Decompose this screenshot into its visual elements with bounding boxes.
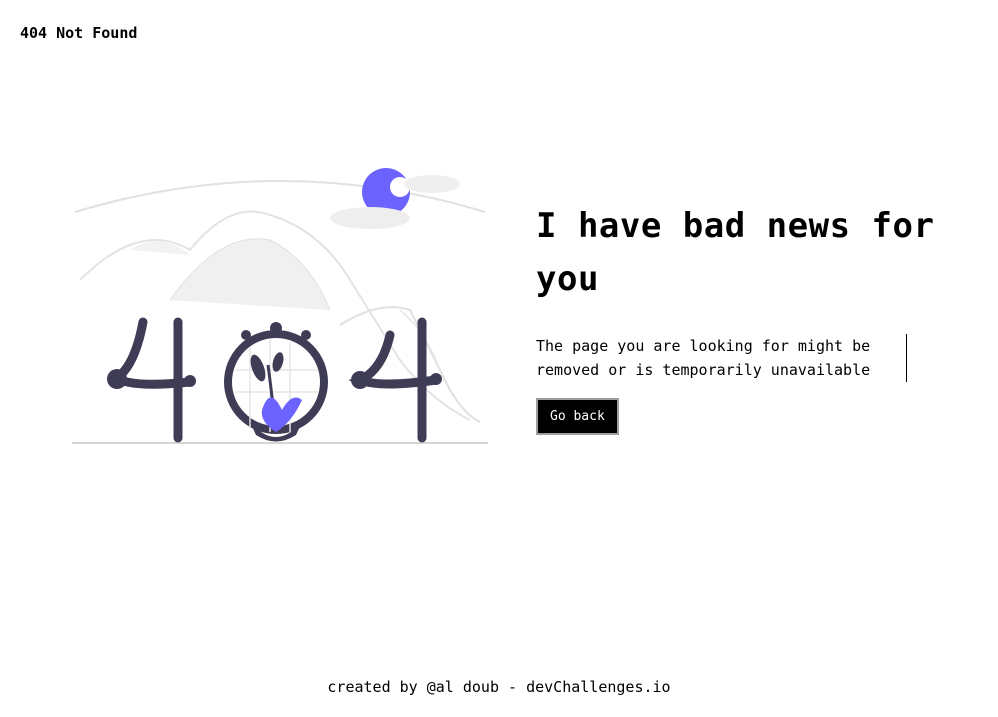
error-content: I have bad news for you The page you are…: [536, 200, 956, 435]
footer-credit: created by @al doub - devChallenges.io: [327, 678, 671, 696]
error-message: The page you are looking for might be re…: [536, 334, 907, 382]
digit-four-right: [348, 317, 441, 443]
go-back-button[interactable]: Go back: [536, 398, 619, 435]
cloud-icon: [404, 175, 460, 193]
404-illustration: [70, 160, 490, 450]
cloud-icon: [330, 207, 410, 229]
digit-four-left: [109, 317, 195, 443]
digit-zero-globe: [224, 322, 328, 442]
site-title: 404 Not Found: [20, 24, 138, 42]
error-headline: I have bad news for you: [536, 206, 935, 299]
